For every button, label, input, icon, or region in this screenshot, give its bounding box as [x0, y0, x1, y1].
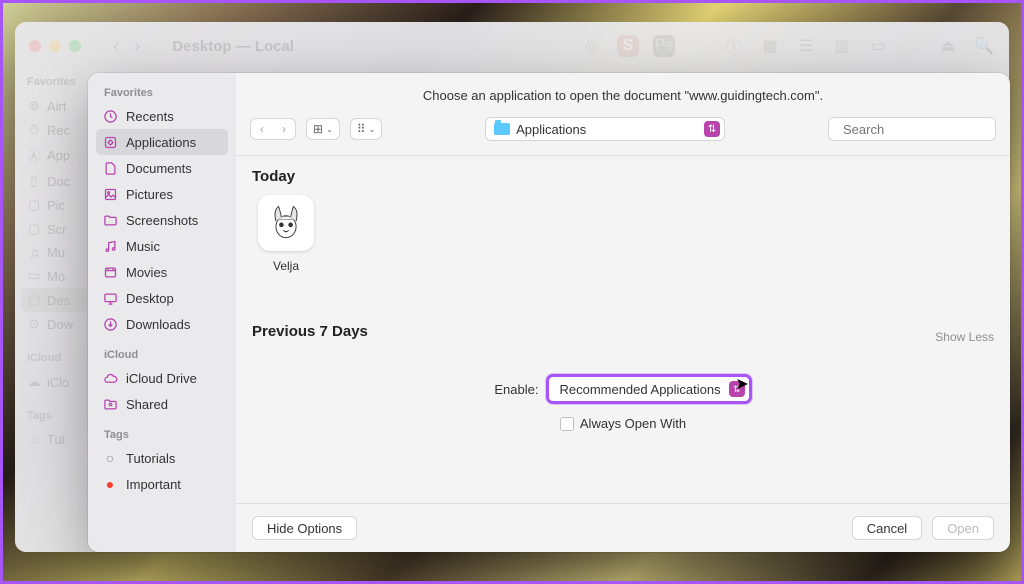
dialog-footer: Hide Options Cancel Open [236, 503, 1010, 552]
path-selector[interactable]: Applications ⇅ [485, 117, 725, 141]
enable-select[interactable]: Recommended Applications ⇅ [546, 374, 751, 404]
sidebar-item-icloud-drive[interactable]: iCloud Drive [88, 365, 236, 391]
sidebar-item-shared[interactable]: Shared [88, 391, 236, 417]
tag-dot-icon: ○ [102, 450, 118, 466]
group-mode-button[interactable]: ⠿ ⌄ [350, 118, 383, 140]
movie-icon [102, 264, 118, 280]
cloud-icon [102, 370, 118, 386]
dialog-content[interactable]: Today Velja Previous 7 Days Show Less En… [236, 156, 1010, 503]
tag-dot-icon: ● [102, 476, 118, 492]
app-icon [258, 195, 314, 251]
sidebar-favorites-head: Favorites [88, 87, 236, 103]
sidebar-tags-head: Tags [88, 429, 236, 445]
dialog-sidebar: Favorites Recents Applications Documents… [88, 73, 236, 552]
sidebar-item-movies[interactable]: Movies [88, 259, 236, 285]
enable-label: Enable: [494, 382, 538, 397]
back-button[interactable]: ‹ [251, 119, 273, 139]
apps-icon [102, 134, 118, 150]
sidebar-item-tag-tutorials[interactable]: ○Tutorials [88, 445, 236, 471]
cursor-icon: ➤ [735, 374, 748, 394]
sidebar-item-pictures[interactable]: Pictures [88, 181, 236, 207]
search-field[interactable] [828, 117, 996, 141]
app-item-velja[interactable]: Velja [252, 195, 320, 273]
hide-options-button[interactable]: Hide Options [252, 516, 357, 540]
download-icon [102, 316, 118, 332]
dialog-main: Choose an application to open the docume… [236, 73, 1010, 552]
sidebar-item-tag-important[interactable]: ●Important [88, 471, 236, 497]
sidebar-item-recents[interactable]: Recents [88, 103, 236, 129]
sidebar-item-screenshots[interactable]: Screenshots [88, 207, 236, 233]
sidebar-item-downloads[interactable]: Downloads [88, 311, 236, 337]
open-button[interactable]: Open [932, 516, 994, 540]
music-icon [102, 238, 118, 254]
dialog-toolbar: ‹ › ⊞ ⌄ ⠿ ⌄ Applications ⇅ [236, 117, 1010, 156]
view-mode-icon-button[interactable]: ⊞ ⌄ [306, 118, 340, 140]
chevron-updown-icon: ⇅ [704, 121, 720, 137]
sidebar-icloud-head: iCloud [88, 349, 236, 365]
always-open-label: Always Open With [580, 416, 686, 431]
sidebar-item-desktop[interactable]: Desktop [88, 285, 236, 311]
cancel-button[interactable]: Cancel [852, 516, 922, 540]
sidebar-item-documents[interactable]: Documents [88, 155, 236, 181]
sidebar-item-applications[interactable]: Applications [96, 129, 228, 155]
dialog-nav: ‹ › [250, 118, 296, 140]
desktop-icon [102, 290, 118, 306]
folder-icon [102, 212, 118, 228]
doc-icon [102, 160, 118, 176]
always-open-checkbox[interactable] [560, 417, 574, 431]
show-less-button[interactable]: Show Less [935, 330, 994, 344]
folder-icon [494, 123, 510, 135]
dialog-prompt: Choose an application to open the docume… [236, 73, 1010, 117]
shared-icon [102, 396, 118, 412]
section-today: Today [252, 168, 994, 185]
pic-icon [102, 186, 118, 202]
sidebar-item-music[interactable]: Music [88, 233, 236, 259]
section-prev-7-days: Previous 7 Days [252, 323, 368, 340]
forward-button[interactable]: › [273, 119, 295, 139]
open-with-dialog: Favorites Recents Applications Documents… [88, 73, 1010, 552]
clock-icon [102, 108, 118, 124]
search-input[interactable] [843, 122, 1010, 137]
